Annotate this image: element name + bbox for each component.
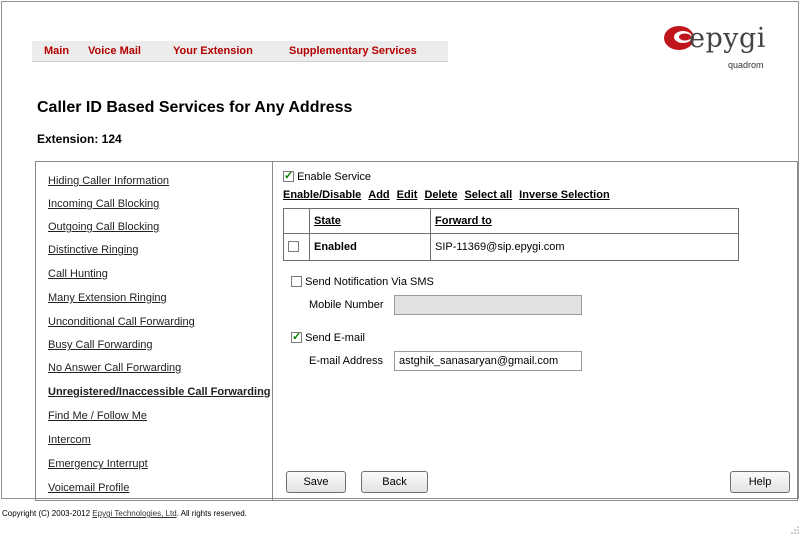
sms-row: Send Notification Via SMS — [291, 276, 434, 288]
action-links: Enable/Disable Add Edit Delete Select all Inv… — [283, 189, 617, 201]
sidebar-item-distinctive-ringing[interactable]: Distinctive Ringing — [48, 244, 138, 256]
content-area: Enable Service Enable/Disable Add Edit Dele… — [274, 162, 796, 500]
enable-disable-link[interactable]: Enable/Disable — [283, 189, 361, 201]
copyright-prefix: Copyright (C) 2003-2012 — [2, 509, 93, 518]
sidebar-item-voicemail-profile[interactable]: Voicemail Profile — [48, 482, 129, 494]
forwarding-table: State Forward to Enabled SIP-11369@sip.e… — [283, 208, 739, 261]
sidebar-item-busy-call-forwarding[interactable]: Busy Call Forwarding — [48, 339, 153, 351]
enable-service-row: Enable Service — [283, 169, 372, 183]
copyright-footer: Copyright (C) 2003-2012 Epygi Technologi… — [2, 509, 247, 518]
sidebar-item-incoming-call-blocking[interactable]: Incoming Call Blocking — [48, 198, 159, 210]
enable-service-label: Enable Service — [297, 171, 372, 183]
email-checkbox[interactable] — [291, 330, 302, 343]
sidebar-item-many-extension-ringing[interactable]: Many Extension Ringing — [48, 292, 167, 304]
nav-voice-mail[interactable]: Voice Mail — [88, 45, 141, 57]
back-button[interactable]: Back — [361, 471, 428, 493]
row-forward-to: SIP-11369@sip.epygi.com — [430, 233, 739, 261]
epygi-logo: epygi quadrom — [662, 23, 782, 77]
sms-label: Send Notification Via SMS — [305, 276, 434, 288]
mobile-number-input[interactable] — [394, 295, 582, 315]
extension-label: Extension: 124 — [37, 132, 122, 146]
save-button[interactable]: Save — [286, 471, 346, 493]
page-frame: Main Voice Mail Your Extension Supplemen… — [1, 1, 799, 501]
row-select-cell — [283, 233, 310, 261]
sidebar-item-emergency-interrupt[interactable]: Emergency Interrupt — [48, 458, 148, 470]
help-button[interactable]: Help — [730, 471, 790, 493]
delete-link[interactable]: Delete — [424, 189, 457, 201]
logo-wordmark: epygi — [689, 23, 766, 54]
email-address-input[interactable] — [394, 351, 582, 371]
email-row: Send E-mail — [291, 330, 365, 344]
email-address-label: E-mail Address — [309, 355, 383, 367]
select-all-link[interactable]: Select all — [464, 189, 512, 201]
sidebar-item-unconditional-call-forwarding[interactable]: Unconditional Call Forwarding — [48, 316, 195, 328]
nav-your-extension[interactable]: Your Extension — [173, 45, 253, 57]
table-row: Enabled SIP-11369@sip.epygi.com — [283, 233, 739, 261]
table-header-row: State Forward to — [283, 208, 739, 234]
inverse-selection-link[interactable]: Inverse Selection — [519, 189, 610, 201]
nav-supplementary-services[interactable]: Supplementary Services — [289, 45, 417, 57]
sidebar-item-find-me-follow-me[interactable]: Find Me / Follow Me — [48, 410, 147, 422]
company-link[interactable]: Epygi Technologies, Ltd — [92, 509, 176, 518]
copyright-suffix: . All rights reserved. — [176, 509, 247, 518]
email-label: Send E-mail — [305, 332, 365, 344]
sidebar-item-no-answer-call-forwarding[interactable]: No Answer Call Forwarding — [48, 362, 181, 374]
add-link[interactable]: Add — [368, 189, 389, 201]
select-column-header — [283, 208, 310, 234]
mobile-number-label: Mobile Number — [309, 299, 384, 311]
sms-checkbox[interactable] — [291, 276, 302, 287]
state-column-header: State — [309, 208, 431, 234]
sidebar: Hiding Caller Information Incoming Call … — [36, 162, 273, 500]
row-state: Enabled — [309, 233, 431, 261]
edit-link[interactable]: Edit — [397, 189, 418, 201]
resize-grip-icon[interactable] — [790, 525, 800, 535]
logo-subtitle: quadrom — [728, 60, 764, 70]
row-select-checkbox[interactable] — [288, 241, 299, 252]
enable-service-checkbox[interactable] — [283, 169, 294, 182]
sidebar-item-hiding-caller-information[interactable]: Hiding Caller Information — [48, 175, 169, 187]
forward-to-column-header: Forward to — [430, 208, 739, 234]
sidebar-item-unregistered-call-forwarding[interactable]: Unregistered/Inaccessible Call Forwardin… — [48, 386, 271, 398]
nav-main[interactable]: Main — [44, 45, 69, 57]
sidebar-item-intercom[interactable]: Intercom — [48, 434, 91, 446]
main-panel: Hiding Caller Information Incoming Call … — [35, 161, 798, 501]
sidebar-item-outgoing-call-blocking[interactable]: Outgoing Call Blocking — [48, 221, 159, 233]
page-title: Caller ID Based Services for Any Address — [37, 99, 353, 116]
sidebar-item-call-hunting[interactable]: Call Hunting — [48, 268, 108, 280]
top-navigation: Main Voice Mail Your Extension Supplemen… — [32, 41, 448, 62]
